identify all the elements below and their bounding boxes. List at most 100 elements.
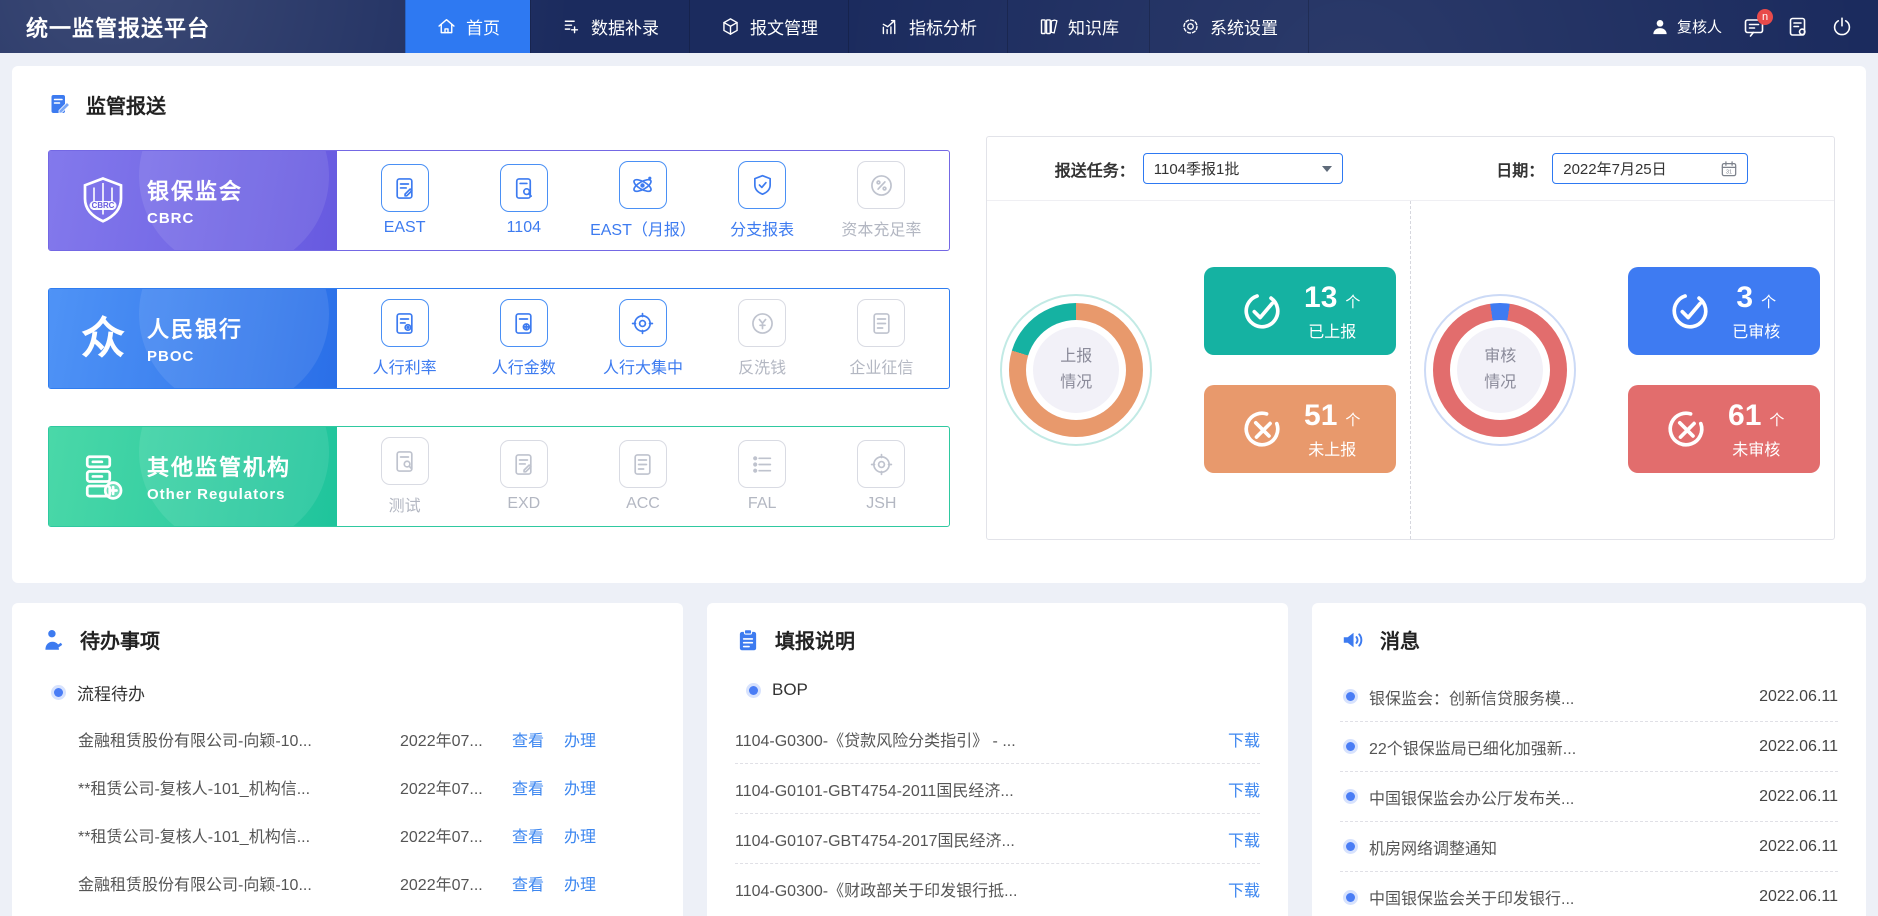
unreviewed-stat-button[interactable]: 61 个 未审核: [1628, 385, 1821, 473]
message-text: 22个银保监局已细化加强新...: [1369, 740, 1577, 758]
task-select[interactable]: 1104季报1批: [1142, 153, 1343, 184]
tile-capital-adequacy[interactable]: 资本充足率: [826, 161, 936, 240]
message-row[interactable]: 中国银保监会关于印发银行... 2022.06.11: [1340, 872, 1838, 916]
todo-row: **租赁公司-复核人-101_机构信... 2022年07... 查看 办理: [40, 763, 655, 811]
todo-row: 金融租赁股份有限公司-向颖-10... 2022年07... 查看 办理: [40, 715, 655, 763]
tile-label: 人行金数: [491, 360, 556, 377]
top-navbar: 统一监管报送平台 首页 数据补录 报文管理 指标分析 知识库 系统设置 复核人 …: [0, 0, 1878, 53]
report-config-button[interactable]: [1786, 15, 1810, 39]
bullet-icon: [1346, 792, 1355, 801]
todo-row: **租赁公司-复核人-101_机构信... 2022年07... 查看 办理: [40, 811, 655, 859]
tablet-tool-icon: [516, 177, 533, 199]
message-row[interactable]: 22个银保监局已细化加强新... 2022.06.11: [1340, 722, 1838, 772]
message-row[interactable]: 银保监会：创新信贷服务模... 2022.06.11: [1340, 672, 1838, 722]
handle-link[interactable]: 办理: [564, 823, 596, 847]
x-circle-icon: [1244, 411, 1280, 447]
review-status-half: 审核 情况 3 个 已审核 61 个 未审核: [1411, 201, 1835, 539]
app-title: 统一监管报送平台: [26, 15, 211, 41]
tile-test[interactable]: 测试: [350, 437, 460, 516]
cbrc-tiles: EAST 1104 EAST（月报） 分支报表 资本充足率: [337, 151, 949, 250]
crosshair-icon: [870, 453, 893, 475]
status-panel: 报送任务： 1104季报1批 日期： 2022年7月25日 31 上报 情况 1…: [986, 136, 1835, 540]
download-link[interactable]: 下载: [1228, 827, 1260, 851]
view-link[interactable]: 查看: [512, 823, 544, 847]
message-row[interactable]: 机房网络调整通知 2022.06.11: [1340, 822, 1838, 872]
tile-label: ACC: [626, 495, 660, 512]
instruction-name: 1104-G0107-GBT4754-2017国民经济...: [735, 832, 1015, 850]
message-date: 2022.06.11: [1759, 687, 1838, 705]
doc-lines-icon: [873, 312, 890, 334]
view-link[interactable]: 查看: [512, 727, 544, 751]
tile-aml[interactable]: 反洗钱: [707, 299, 817, 378]
nav-item-label: 指标分析: [909, 19, 977, 38]
nav-item-settings[interactable]: 系统设置: [1149, 0, 1309, 53]
message-list: 银保监会：创新信贷服务模... 2022.06.11 22个银保监局已细化加强新…: [1340, 672, 1838, 916]
gear-icon: [1183, 19, 1198, 34]
nav-item-analysis[interactable]: 指标分析: [848, 0, 1007, 53]
todo-group: 流程待办: [54, 680, 655, 705]
tile-acc[interactable]: ACC: [588, 440, 698, 513]
bullet-icon: [54, 688, 63, 697]
nav-item-report-mgmt[interactable]: 报文管理: [689, 0, 848, 53]
message-text: 中国银保监会办公厅发布关...: [1369, 790, 1575, 808]
doc-scan-icon: [396, 450, 413, 472]
nav-item-label: 系统设置: [1210, 19, 1278, 38]
tile-label: 资本充足率: [841, 222, 922, 239]
nav-item-label: 首页: [466, 19, 500, 38]
message-date: 2022.06.11: [1759, 837, 1838, 855]
instruction-row: 1104-G0300-《财政部关于印发银行抵... 下载: [735, 864, 1260, 914]
download-link[interactable]: 下载: [1228, 877, 1260, 901]
date-field-label: 日期：: [1496, 162, 1545, 180]
regulator-subtitle: CBRC: [147, 210, 195, 227]
handle-link[interactable]: 办理: [564, 871, 596, 895]
tile-label: 人行利率: [372, 360, 437, 377]
message-row[interactable]: 中国银保监会办公厅发布关... 2022.06.11: [1340, 772, 1838, 822]
handle-link[interactable]: 办理: [564, 775, 596, 799]
instructions-group: BOP: [749, 680, 1260, 700]
tile-pboc-rate[interactable]: 人行利率: [350, 299, 460, 378]
section-title: 监管报送: [86, 95, 166, 118]
submitted-stat-button[interactable]: 13 个 已上报: [1204, 267, 1397, 355]
tile-enterprise-credit[interactable]: 企业征信: [826, 299, 936, 378]
message-date: 2022.06.11: [1759, 787, 1838, 805]
tile-pboc-gold[interactable]: 人行金数: [469, 299, 579, 378]
tile-east-monthly[interactable]: EAST（月报）: [588, 161, 698, 240]
nav-item-home[interactable]: 首页: [405, 0, 530, 53]
card-title: 消息: [1380, 631, 1420, 653]
tile-label: JSH: [866, 495, 897, 512]
handle-link[interactable]: 办理: [564, 727, 596, 751]
tile-east[interactable]: EAST: [350, 164, 460, 237]
regulator-row-pboc: 众 人民银行 PBOC 人行利率 人行金数 人行大集中 反洗钱 企业征信: [48, 288, 950, 389]
regulator-list: CBRC 银保监会 CBRC EAST 1104 EAST（月报） 分支报表 资…: [48, 136, 950, 540]
logout-button[interactable]: [1830, 15, 1854, 39]
status-charts: 上报 情况 13 个 已上报 51 个 未上报 审核 情况 3 个 已审核 61…: [987, 201, 1834, 539]
tile-fal[interactable]: FAL: [707, 440, 817, 513]
tile-1104[interactable]: 1104: [469, 164, 579, 237]
message-date: 2022.06.11: [1759, 737, 1838, 755]
todo-row: 金融租赁股份有限公司-向颖-10... 2022年07... 查看 办理: [40, 859, 655, 907]
tile-exd[interactable]: EXD: [469, 440, 579, 513]
unreviewed-count: 61: [1728, 398, 1762, 432]
reviewed-stat-button[interactable]: 3 个 已审核: [1628, 267, 1821, 355]
tile-jsh[interactable]: JSH: [826, 440, 936, 513]
nav-item-data-entry[interactable]: 数据补录: [530, 0, 689, 53]
user-menu[interactable]: 复核人: [1650, 16, 1722, 37]
todo-name: 金融租赁股份有限公司-向颖-10...: [78, 733, 312, 750]
bullet-icon: [1346, 842, 1355, 851]
view-link[interactable]: 查看: [512, 871, 544, 895]
pboc-tiles: 人行利率 人行金数 人行大集中 反洗钱 企业征信: [337, 289, 949, 388]
messages-card: 消息 银保监会：创新信贷服务模... 2022.06.11 22个银保监局已细化…: [1312, 603, 1866, 916]
tile-branch-report[interactable]: 分支报表: [707, 161, 817, 240]
unsubmitted-stat-button[interactable]: 51 个 未上报: [1204, 385, 1397, 473]
download-link[interactable]: 下载: [1228, 777, 1260, 801]
view-link[interactable]: 查看: [512, 775, 544, 799]
library-icon: [1040, 19, 1058, 35]
nav-item-knowledge[interactable]: 知识库: [1007, 0, 1149, 53]
chart-icon: [882, 19, 896, 35]
date-field[interactable]: 2022年7月25日 31: [1552, 153, 1749, 184]
download-link[interactable]: 下载: [1228, 727, 1260, 751]
date-field-value: 2022年7月25日: [1563, 161, 1667, 178]
messages-button[interactable]: n: [1742, 8, 1773, 39]
tile-pboc-centralized[interactable]: 人行大集中: [588, 299, 698, 378]
tile-label: 1104: [506, 219, 541, 236]
